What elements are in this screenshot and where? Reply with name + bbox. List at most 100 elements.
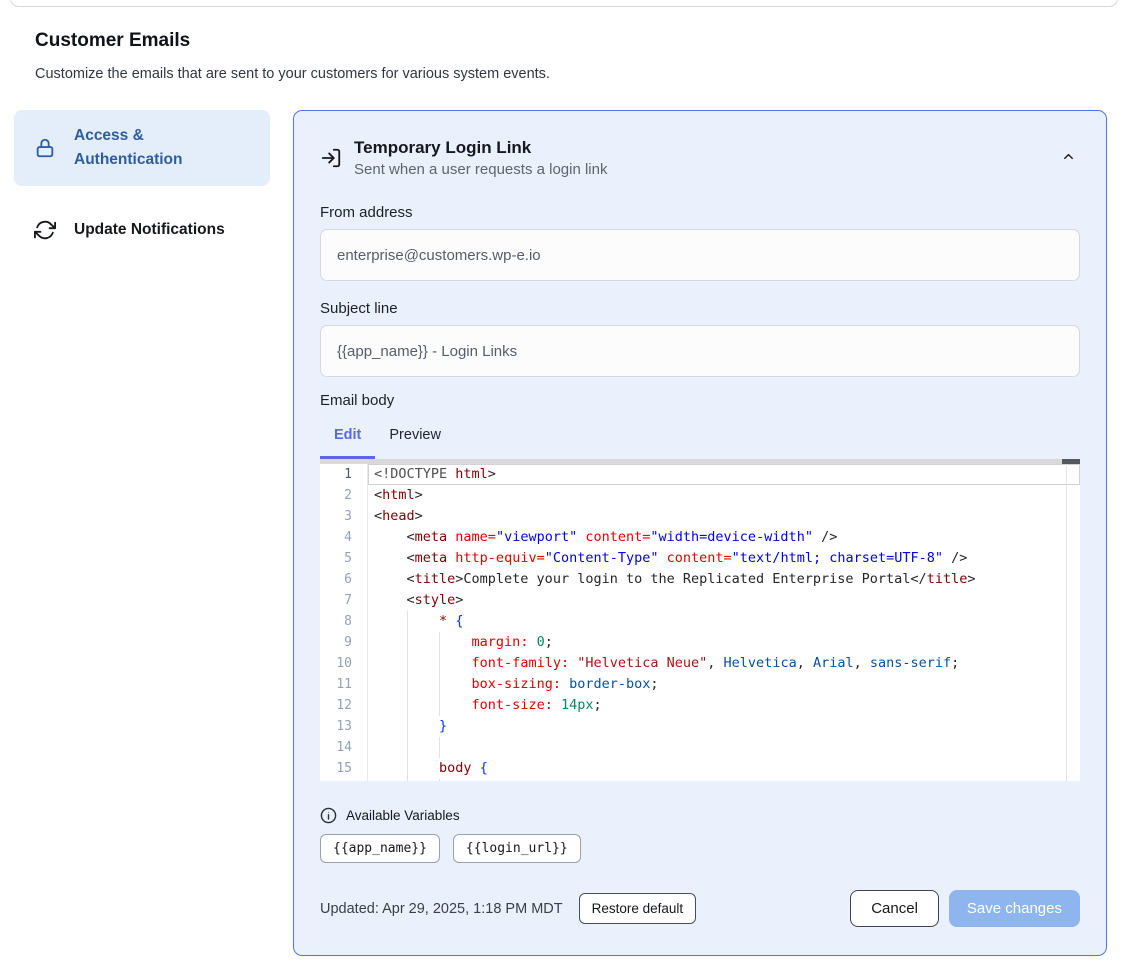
line-number: 4: [320, 527, 367, 548]
temporary-login-link-panel: Temporary Login Link Sent when a user re…: [293, 110, 1107, 956]
code-content: <head>: [367, 506, 1080, 527]
line-number: 11: [320, 674, 367, 695]
panel-title: Temporary Login Link: [354, 137, 607, 158]
email-body-tabs: EditPreview: [320, 427, 1080, 459]
code-line: 8 * {: [320, 611, 1080, 632]
code-content: body {: [367, 758, 1080, 779]
indent-guide: [407, 737, 408, 758]
info-icon[interactable]: [320, 807, 337, 824]
code-line: 11 box-sizing: border-box;: [320, 674, 1080, 695]
save-changes-button[interactable]: Save changes: [949, 890, 1080, 927]
line-number: 15: [320, 758, 367, 779]
indent-guide: [439, 737, 440, 758]
line-number: 12: [320, 695, 367, 716]
code-content: <!DOCTYPE html>: [367, 464, 1080, 485]
indent-guide: [407, 695, 408, 716]
line-number: 2: [320, 485, 367, 506]
code-line: 5 <meta http-equiv="Content-Type" conten…: [320, 548, 1080, 569]
sidebar-item-access-authentication[interactable]: Access & Authentication: [14, 110, 270, 186]
indent-guide: [407, 779, 408, 781]
code-line: 7 <style>: [320, 590, 1080, 611]
lock-icon: [34, 137, 56, 159]
from-address-label: From address: [320, 204, 1080, 221]
code-line: 10 font-family: "Helvetica Neue", Helvet…: [320, 653, 1080, 674]
code-content: }: [367, 716, 1080, 737]
restore-default-button[interactable]: Restore default: [579, 893, 697, 924]
subject-line-input[interactable]: [320, 325, 1080, 377]
code-line: 16 background-color: #ffffff;: [320, 779, 1080, 781]
code-content: <html>: [367, 485, 1080, 506]
code-content: <meta http-equiv="Content-Type" content=…: [367, 548, 1080, 569]
line-number: 6: [320, 569, 367, 590]
from-address-input[interactable]: [320, 229, 1080, 281]
code-content: [367, 737, 1080, 758]
login-icon: [320, 147, 342, 169]
line-number: 5: [320, 548, 367, 569]
code-line: 1<!DOCTYPE html>: [320, 464, 1080, 485]
footer-actions: Cancel Save changes: [850, 890, 1080, 927]
indent-guide: [439, 653, 440, 674]
content-row: Access & Authentication Update Notificati…: [14, 110, 1107, 956]
code-line: 15 body {: [320, 758, 1080, 779]
panel-subtitle: Sent when a user requests a login link: [354, 161, 607, 178]
code-content: <title>Complete your login to the Replic…: [367, 569, 1080, 590]
page-title: Customer Emails: [35, 30, 190, 52]
code-line: 6 <title>Complete your login to the Repl…: [320, 569, 1080, 590]
line-number: 3: [320, 506, 367, 527]
code-line: 9 margin: 0;: [320, 632, 1080, 653]
page-subtitle: Customize the emails that are sent to yo…: [35, 66, 550, 82]
updated-timestamp: Updated: Apr 29, 2025, 1:18 PM MDT: [320, 901, 563, 917]
available-variables-label: Available Variables: [346, 808, 460, 823]
panel-footer: Updated: Apr 29, 2025, 1:18 PM MDT Resto…: [320, 890, 1080, 927]
code-line: 3<head>: [320, 506, 1080, 527]
line-number: 8: [320, 611, 367, 632]
code-line: 2<html>: [320, 485, 1080, 506]
refresh-icon: [34, 219, 56, 241]
line-number: 13: [320, 716, 367, 737]
code-editor[interactable]: 1<!DOCTYPE html>2<html>3<head>4 <meta na…: [320, 459, 1080, 781]
subject-line-label: Subject line: [320, 300, 1080, 317]
line-number: 14: [320, 737, 367, 758]
code-content: font-size: 14px;: [367, 695, 1080, 716]
indent-guide: [407, 758, 408, 779]
code-line: 12 font-size: 14px;: [320, 695, 1080, 716]
indent-guide: [439, 674, 440, 695]
panel-header-text: Temporary Login Link Sent when a user re…: [354, 137, 607, 178]
line-number: 10: [320, 653, 367, 674]
indent-guide: [407, 653, 408, 674]
available-variables-row: Available Variables: [320, 807, 1080, 824]
previous-panel-bottom-edge: [10, 0, 1118, 7]
email-body-label: Email body: [320, 392, 1080, 409]
sidebar: Access & Authentication Update Notificati…: [14, 110, 270, 956]
code-content: box-sizing: border-box;: [367, 674, 1080, 695]
indent-guide: [407, 716, 408, 737]
sidebar-item-label: Update Notifications: [74, 218, 225, 242]
code-line: 4 <meta name="viewport" content="width=d…: [320, 527, 1080, 548]
code-content: <meta name="viewport" content="width=dev…: [367, 527, 1080, 548]
line-number: 7: [320, 590, 367, 611]
indent-guide: [407, 611, 408, 632]
line-number: 9: [320, 632, 367, 653]
code-content: font-family: "Helvetica Neue", Helvetica…: [367, 653, 1080, 674]
indent-guide: [407, 632, 408, 653]
indent-guide: [439, 632, 440, 653]
variable-chip[interactable]: {{login_url}}: [453, 834, 581, 863]
code-content: background-color: #ffffff;: [367, 779, 1080, 781]
variable-chip[interactable]: {{app_name}}: [320, 834, 440, 863]
code-content: * {: [367, 611, 1080, 632]
indent-guide: [439, 695, 440, 716]
tab-edit[interactable]: Edit: [320, 427, 375, 459]
line-number: 16: [320, 779, 367, 781]
editor-vertical-scrollbar[interactable]: [1066, 464, 1080, 781]
editor-lines: 1<!DOCTYPE html>2<html>3<head>4 <meta na…: [320, 464, 1080, 781]
code-line: 13 }: [320, 716, 1080, 737]
tab-preview[interactable]: Preview: [375, 427, 455, 459]
line-number: 1: [320, 464, 367, 485]
collapse-button[interactable]: [1057, 145, 1080, 171]
sidebar-item-update-notifications[interactable]: Update Notifications: [14, 204, 270, 256]
variable-chips: {{app_name}} {{login_url}}: [320, 834, 1080, 863]
chevron-up-icon: [1061, 149, 1076, 167]
sidebar-item-label: Access & Authentication: [74, 124, 224, 172]
cancel-button[interactable]: Cancel: [850, 890, 939, 927]
code-content: <style>: [367, 590, 1080, 611]
